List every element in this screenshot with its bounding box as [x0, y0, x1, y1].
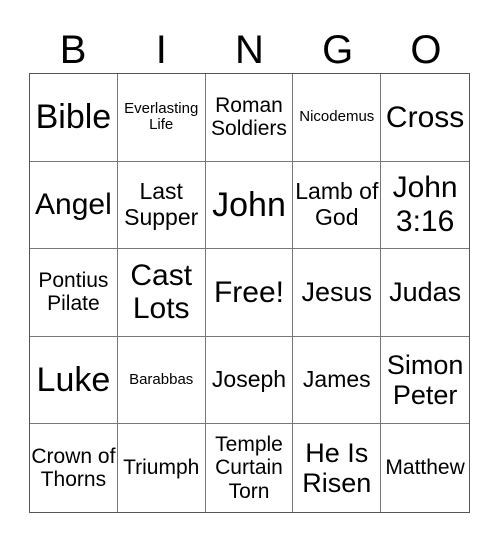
bingo-cell[interactable]: Judas [381, 249, 469, 337]
bingo-cell-label: Crown of Thorns [31, 444, 116, 492]
bingo-cell[interactable]: James [293, 336, 382, 425]
bingo-cell-label: Judas [389, 277, 462, 308]
bingo-cell[interactable]: He Is Risen [293, 424, 382, 512]
bingo-cell-label: Nicodemus [299, 107, 375, 125]
bingo-cell-label: Angel [35, 188, 112, 222]
bingo-cell[interactable]: Roman Soldiers [205, 74, 294, 162]
bingo-cell-label: Jesus [301, 277, 373, 308]
bingo-cell-label: Cross [385, 100, 465, 134]
free-space-cell[interactable]: Free! [205, 249, 294, 337]
bingo-cell[interactable]: Barabbas [117, 336, 206, 425]
bingo-cell-label: Luke [36, 361, 111, 400]
bingo-header: B I N G O [29, 27, 470, 73]
bingo-cell-label: Roman Soldiers [211, 93, 287, 141]
bingo-cell[interactable]: Temple Curtain Torn [206, 424, 294, 512]
bingo-cell-label: John 3:16 [392, 171, 458, 238]
header-letter-g: G [322, 28, 354, 72]
bingo-cell[interactable]: Nicodemus [293, 74, 382, 162]
bingo-cell-label: Pontius Pilate [38, 268, 109, 316]
bingo-cell[interactable]: Bible [30, 74, 118, 162]
bingo-cell[interactable]: Crown of Thorns [30, 424, 118, 512]
bingo-cell[interactable]: Cast Lots [117, 249, 206, 337]
bingo-cell-label: Joseph [211, 366, 287, 393]
bingo-cell-label: Matthew [385, 456, 465, 480]
bingo-cell[interactable]: Jesus [293, 249, 382, 337]
bingo-cell-label: Bible [35, 98, 112, 137]
bingo-cell-label: Barabbas [129, 370, 194, 388]
bingo-cell[interactable]: Last Supper [117, 161, 206, 250]
bingo-cell[interactable]: John 3:16 [381, 162, 469, 250]
bingo-cell[interactable]: Simon Peter [381, 337, 469, 425]
bingo-cell-label: Simon Peter [386, 349, 464, 411]
bingo-cell-label: John [212, 185, 286, 224]
header-letter-o: O [410, 28, 442, 72]
bingo-cell[interactable]: Pontius Pilate [30, 249, 118, 337]
bingo-cell[interactable]: Luke [30, 336, 118, 425]
bingo-cell[interactable]: Lamb of God [293, 161, 382, 250]
bingo-cell-label: Lamb of God [295, 178, 379, 230]
bingo-cell[interactable]: Angel [30, 161, 118, 250]
header-letter-b: B [59, 28, 87, 72]
bingo-cell[interactable]: Triumph [118, 424, 206, 512]
bingo-grid: Bible Everlasting Life Roman Soldiers Nicod… [29, 73, 470, 513]
bingo-cell-label: Free! [213, 275, 284, 309]
bingo-cell-label: Last Supper [124, 178, 199, 230]
bingo-cell[interactable]: Joseph [205, 336, 294, 425]
bingo-cell-label: Temple Curtain Torn [215, 432, 283, 503]
bingo-cell-label: Everlasting Life [124, 99, 199, 134]
bingo-cell-label: He Is Risen [302, 437, 372, 499]
header-letter-n: N [235, 28, 264, 72]
bingo-cell-label: Triumph [123, 456, 200, 480]
bingo-cell[interactable]: Everlasting Life [117, 74, 206, 162]
bingo-cell[interactable]: John [205, 161, 294, 250]
bingo-cell-label: Cast Lots [130, 258, 193, 326]
bingo-cell[interactable]: Cross [381, 74, 469, 162]
header-letter-i: I [155, 28, 167, 72]
bingo-cell[interactable]: Matthew [381, 424, 469, 512]
bingo-cell-label: James [302, 366, 371, 393]
